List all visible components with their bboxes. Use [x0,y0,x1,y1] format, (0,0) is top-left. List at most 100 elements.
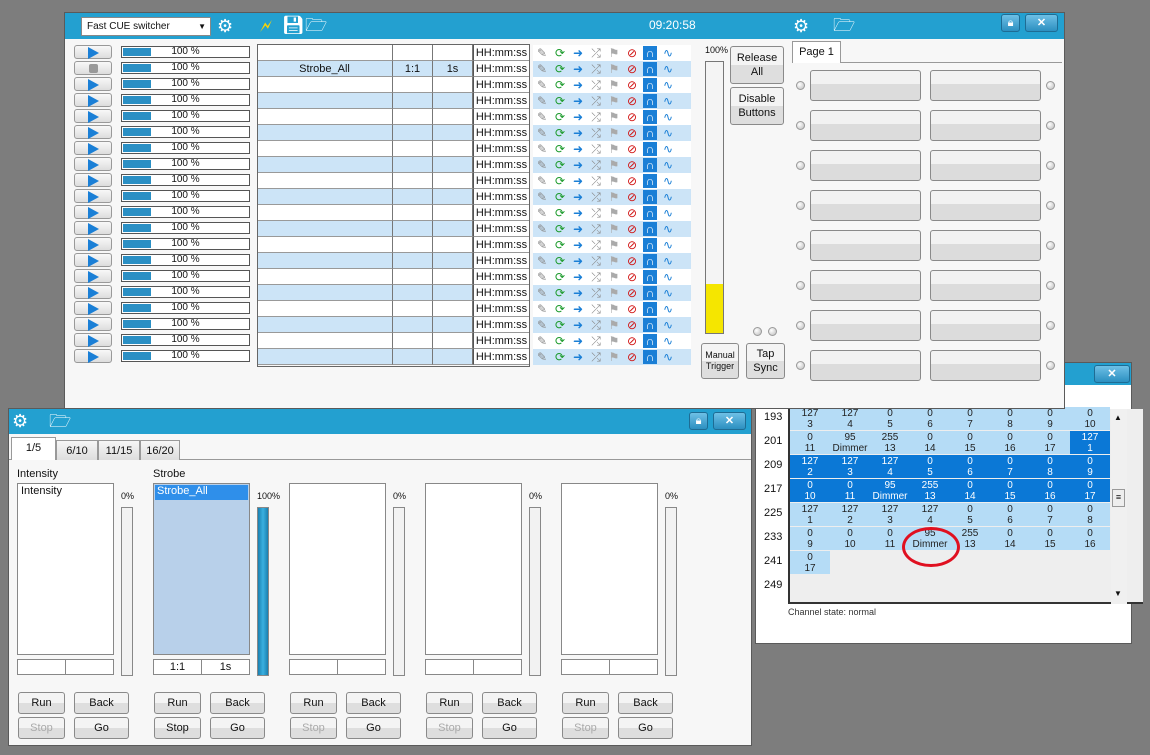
channel-cell[interactable]: 95 Dimmer [870,479,910,502]
table-row[interactable]: HH:mm:ss [257,269,530,285]
mute-icon[interactable]: ⊘ [625,270,639,284]
mute-icon[interactable]: ⊘ [625,94,639,108]
play-button[interactable] [74,45,112,59]
wave-icon[interactable]: ∿ [661,350,675,364]
arch-icon[interactable]: ∩ [643,174,657,188]
channel-cell[interactable]: 06 [990,503,1030,526]
refresh-icon[interactable]: ⟳ [553,350,567,364]
scroll-down-icon[interactable]: ▼ [1114,589,1122,598]
arch-icon[interactable]: ∩ [643,126,657,140]
mute-icon[interactable]: ⊘ [625,254,639,268]
channel-cell[interactable]: 127 3 [870,503,910,526]
wave-icon[interactable]: ∿ [661,334,675,348]
tab-11-15[interactable]: 11/15 [98,440,140,460]
folder-open-icon[interactable]: 🗁 [49,411,71,431]
arrow-right-icon[interactable]: ➜ [571,350,585,364]
mute-icon[interactable]: ⊘ [625,142,639,156]
channel-cell[interactable]: 127 3 [790,407,830,430]
stop-button[interactable]: Stop [154,717,201,739]
refresh-icon[interactable]: ⟳ [553,222,567,236]
tab-6-10[interactable]: 6/10 [56,440,98,460]
play-button[interactable] [74,77,112,91]
channel-cell[interactable]: 0 17 [1030,431,1070,454]
arch-icon[interactable]: ∩ [643,110,657,124]
table-row[interactable]: HH:mm:ss [257,93,530,109]
channel-cell[interactable]: 0 15 [1030,527,1070,550]
playback-fader[interactable] [121,507,133,676]
flag-icon[interactable]: ⚑ [607,174,621,188]
function-list-item[interactable]: Strobe_All [155,485,248,500]
playback-fader[interactable] [529,507,541,676]
arrow-right-icon[interactable]: ➜ [571,126,585,140]
refresh-icon[interactable]: ⟳ [553,158,567,172]
play-button[interactable] [74,221,112,235]
back-button[interactable]: Back [210,692,265,714]
arch-icon[interactable]: ∩ [643,62,657,76]
arrow-right-icon[interactable]: ➜ [571,270,585,284]
cue-button[interactable] [930,190,1041,221]
channel-cell[interactable]: 06 [910,407,950,430]
notes-icon[interactable]: ✎ [535,126,549,140]
mute-icon[interactable]: ⊘ [625,302,639,316]
intensity-bar[interactable]: 100 % [121,110,250,122]
flag-icon[interactable]: ⚑ [607,318,621,332]
intensity-bar[interactable]: 100 % [121,318,250,330]
flash-file-icon[interactable]: 🗲 [260,16,272,36]
wave-icon[interactable]: ∿ [661,302,675,316]
refresh-icon[interactable]: ⟳ [553,334,567,348]
mode-select[interactable]: Fast CUE switcher ▼ [81,17,211,36]
channel-cell[interactable]: 07 [990,455,1030,478]
refresh-icon[interactable]: ⟳ [553,94,567,108]
cue-button[interactable] [930,350,1041,381]
table-row[interactable]: HH:mm:ss [257,333,530,349]
shuffle-icon[interactable]: ⤮ [589,94,603,108]
arrow-right-icon[interactable]: ➜ [571,302,585,316]
gear-icon[interactable]: ⚙ [217,16,233,36]
notes-icon[interactable]: ✎ [535,350,549,364]
arrow-right-icon[interactable]: ➜ [571,254,585,268]
mute-icon[interactable]: ⊘ [625,126,639,140]
flag-icon[interactable]: ⚑ [607,46,621,60]
table-row[interactable]: HH:mm:ss [257,125,530,141]
flag-icon[interactable]: ⚑ [607,142,621,156]
play-button[interactable] [74,141,112,155]
channel-cell[interactable]: 0 16 [1070,527,1110,550]
arch-icon[interactable]: ∩ [643,206,657,220]
notes-icon[interactable]: ✎ [535,222,549,236]
shuffle-icon[interactable]: ⤮ [589,286,603,300]
run-button[interactable]: Run [426,692,473,714]
flag-icon[interactable]: ⚑ [607,302,621,316]
channel-cell[interactable]: 127 3 [830,455,870,478]
channel-cell[interactable]: 95 Dimmer [830,431,870,454]
channel-cell[interactable]: 09 [1070,455,1110,478]
notes-icon[interactable]: ✎ [535,174,549,188]
wave-icon[interactable]: ∿ [661,270,675,284]
arrow-right-icon[interactable]: ➜ [571,62,585,76]
table-row[interactable]: HH:mm:ss [257,237,530,253]
wave-icon[interactable]: ∿ [661,254,675,268]
close-button[interactable]: ✕ [1094,365,1130,383]
shuffle-icon[interactable]: ⤮ [589,158,603,172]
mute-icon[interactable]: ⊘ [625,238,639,252]
cue-button[interactable] [810,310,921,341]
wave-icon[interactable]: ∿ [661,318,675,332]
run-button[interactable]: Run [290,692,337,714]
cue-button[interactable] [810,190,921,221]
shuffle-icon[interactable]: ⤮ [589,254,603,268]
channel-cell[interactable]: 06 [950,455,990,478]
channel-cell[interactable]: 0 14 [950,479,990,502]
flag-icon[interactable]: ⚑ [607,158,621,172]
playback-fader[interactable] [257,507,269,676]
manual-trigger-button[interactable]: Manual Trigger [701,343,739,379]
play-button[interactable] [74,317,112,331]
wave-icon[interactable]: ∿ [661,222,675,236]
intensity-bar[interactable]: 100 % [121,190,250,202]
notes-icon[interactable]: ✎ [535,190,549,204]
shuffle-icon[interactable]: ⤮ [589,302,603,316]
channel-cell[interactable]: 127 1 [1070,431,1110,454]
notes-icon[interactable]: ✎ [535,238,549,252]
arch-icon[interactable]: ∩ [643,94,657,108]
tab-page-1[interactable]: Page 1 [792,41,841,63]
folder-open-icon[interactable]: 🗁 [833,15,855,35]
wave-icon[interactable]: ∿ [661,238,675,252]
